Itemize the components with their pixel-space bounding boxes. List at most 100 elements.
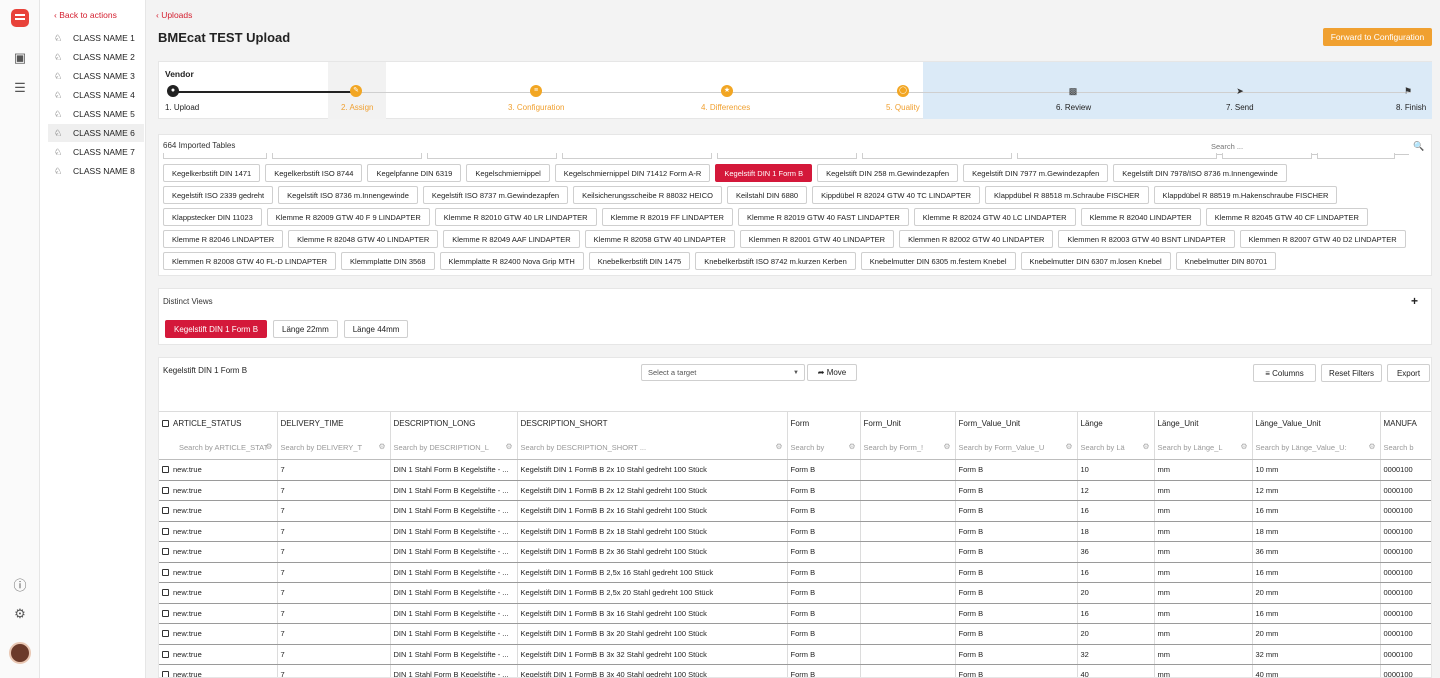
table-row[interactable]: new:true 7 DIN 1 Stahl Form B Kegelstifte … [159,623,1431,645]
column-header[interactable]: DESCRIPTION_SHORT [517,411,788,436]
sidebar-class-item[interactable]: ♘ CLASS NAME 7 [48,143,144,161]
table-tag[interactable]: Kegelstift ISO 8736 m.Innengewinde [278,186,418,204]
column-filter-input[interactable]: Search by Form_Value_U ⚙ [955,435,1078,460]
table-tag[interactable]: Knebelmutter DIN 6307 m.losen Knebel [1020,252,1171,270]
table-row[interactable]: new:true 7 DIN 1 Stahl Form B Kegelstifte … [159,480,1431,501]
table-tag[interactable]: Keilstahl DIN 6880 [726,186,808,204]
table-row[interactable]: new:true 7 DIN 1 Stahl Form B Kegelstifte … [159,562,1431,583]
table-row[interactable]: new:true 7 DIN 1 Stahl Form B Kegelstifte … [159,500,1431,522]
column-filter-input[interactable]: Search by DELIVERY_T ⚙ [277,435,391,460]
step-finish-flag-icon[interactable]: ⚑ [1402,85,1414,97]
settings-gear-icon[interactable]: ⚙ [12,606,28,622]
column-filter-input[interactable]: Search by DESCRIPTION_L ⚙ [390,435,518,460]
row-checkbox[interactable] [162,650,169,658]
sidebar-class-item[interactable]: ♘ CLASS NAME 1 [48,29,144,47]
export-button[interactable]: Export [1387,364,1430,382]
table-tag[interactable]: Klappdübel R 88519 m.Hakenschraube FISCH… [1153,186,1338,204]
column-header[interactable]: DELIVERY_TIME [277,411,391,436]
table-tag[interactable]: Klemmen R 82002 GTW 40 LINDAPTER [899,230,1054,248]
distinct-view-button[interactable]: Länge 44mm [343,320,409,338]
step-quality-shield-icon[interactable]: ◯ [897,85,909,97]
select-target-dropdown[interactable]: Select a target ▼ [641,364,805,381]
step-finish-label[interactable]: 8. Finish [1396,103,1426,112]
uploads-breadcrumb-link[interactable]: ‹ Uploads [156,10,192,20]
table-tag[interactable]: Kegelstift ISO 2339 gedreht [163,186,274,204]
sidebar-class-item[interactable]: ♘ CLASS NAME 3 [48,67,144,85]
table-tag[interactable]: Kegelschmiernippel DIN 71412 Form A-R [554,164,711,182]
add-view-plus-icon[interactable]: + [1411,294,1418,308]
filter-gear-icon[interactable]: ⚙ [943,442,950,451]
filter-gear-icon[interactable]: ⚙ [1240,442,1247,451]
table-tag[interactable]: Klemme R 82046 LINDAPTER [163,230,284,248]
sidebar-class-item[interactable]: ♘ CLASS NAME 8 [48,162,144,180]
step-send-paperplane-icon[interactable]: ➤ [1234,85,1246,97]
column-header[interactable]: MANUFA [1380,411,1431,436]
reset-filters-button[interactable]: Reset Filters [1321,364,1382,382]
table-tag[interactable]: Klemmplatte DIN 3568 [341,252,435,270]
distinct-view-button[interactable]: Länge 22mm [273,320,338,338]
row-checkbox[interactable] [162,671,169,677]
table-tag[interactable]: Kegelschmiernippel [466,164,550,182]
table-tag[interactable]: Kegelstift DIN 258 m.Gewindezapfen [817,164,959,182]
table-tag[interactable]: Klemmen R 82008 GTW 40 FL-D LINDAPTER [163,252,337,270]
catalog-icon[interactable]: ▣ [12,50,28,66]
table-tag[interactable]: Klappstecker DIN 11023 [163,208,262,226]
table-row[interactable]: new:true 7 DIN 1 Stahl Form B Kegelstifte … [159,521,1431,542]
step-upload-label[interactable]: 1. Upload [165,103,199,112]
sidebar-class-item[interactable]: ♘ CLASS NAME 5 [48,105,144,123]
sidebar-class-item[interactable]: ♘ CLASS NAME 4 [48,86,144,104]
step-differences-icon[interactable]: ★ [721,85,733,97]
step-send-label[interactable]: 7. Send [1226,103,1254,112]
table-tag[interactable]: Knebelkerbstift DIN 1475 [588,252,691,270]
table-tag[interactable]: Kegelstift DIN 1 Form B [715,164,813,182]
row-checkbox[interactable] [162,466,169,474]
filter-gear-icon[interactable]: ⚙ [378,442,385,451]
table-tag[interactable]: Klemme R 82019 FF LINDAPTER [601,208,733,226]
table-row[interactable]: new:true 7 DIN 1 Stahl Form B Kegelstifte … [159,603,1431,624]
column-filter-input[interactable]: Search by DESCRIPTION_SHORT ... ⚙ [517,435,788,460]
table-tag[interactable]: Klemme R 82010 GTW 40 LR LINDAPTER [434,208,597,226]
table-tag[interactable]: Klemme R 82040 LINDAPTER [1080,208,1201,226]
sidebar-class-item[interactable]: ♘ CLASS NAME 2 [48,48,144,66]
column-filter-input[interactable]: Search by ⚙ [787,435,861,460]
move-button[interactable]: ➦ Move [807,364,857,381]
step-upload-user-icon[interactable]: ● [167,85,179,97]
select-all-checkbox[interactable] [162,420,169,428]
filter-gear-icon[interactable]: ⚙ [775,442,782,451]
filter-gear-icon[interactable]: ⚙ [505,442,512,451]
row-checkbox[interactable] [162,486,169,494]
row-checkbox[interactable] [162,527,169,535]
user-avatar[interactable] [9,642,31,664]
filter-gear-icon[interactable]: ⚙ [848,442,855,451]
step-configuration-icon[interactable]: ≡ [530,85,542,97]
row-checkbox[interactable] [162,568,169,576]
table-row[interactable]: new:true 7 DIN 1 Stahl Form B Kegelstifte … [159,644,1431,665]
table-tag[interactable]: Kegelstift ISO 8737 m.Gewindezapfen [422,186,569,204]
table-row[interactable]: new:true 7 DIN 1 Stahl Form B Kegelstifte … [159,582,1431,604]
filter-gear-icon[interactable]: ⚙ [1142,442,1149,451]
table-tag[interactable]: Kegelkerbstift ISO 8744 [265,164,363,182]
column-filter-input[interactable]: Search by Länge_L ⚙ [1154,435,1253,460]
forward-to-configuration-button[interactable]: Forward to Configuration [1323,28,1432,46]
table-tag[interactable]: Klemme R 82009 GTW 40 F 9 LINDAPTER [266,208,430,226]
table-tag[interactable]: Kegelkerbstift DIN 1471 [163,164,261,182]
step-review-label[interactable]: 6. Review [1056,103,1091,112]
table-row[interactable]: new:true 7 DIN 1 Stahl Form B Kegelstifte … [159,459,1431,481]
table-tag[interactable]: Klemmen R 82001 GTW 40 LINDAPTER [739,230,895,248]
row-checkbox[interactable] [162,507,169,515]
column-header[interactable]: Form [787,411,861,436]
table-tag[interactable]: Kegelstift DIN 7978/ISO 8736 m.Innengewi… [1113,164,1287,182]
table-tag[interactable]: Klemmplatte R 82400 Nova Grip MTH [439,252,584,270]
search-icon[interactable]: 🔍 [1413,141,1424,152]
table-row[interactable]: new:true 7 DIN 1 Stahl Form B Kegelstifte … [159,664,1431,677]
info-icon[interactable]: ⓘ [12,578,28,594]
table-tag[interactable]: Klemme R 82024 GTW 40 LC LINDAPTER [913,208,1076,226]
column-filter-input[interactable]: Search by Form_! ⚙ [860,435,956,460]
table-tag[interactable]: Klemme R 82019 GTW 40 FAST LINDAPTER [737,208,909,226]
table-tag[interactable]: Klemme R 82045 GTW 40 CF LINDAPTER [1205,208,1368,226]
table-tag[interactable]: Knebelkerbstift ISO 8742 m.kurzen Kerben [695,252,856,270]
app-logo-icon[interactable] [11,9,29,27]
table-tag[interactable]: Kippdübel R 82024 GTW 40 TC LINDAPTER [812,186,981,204]
filter-gear-icon[interactable]: ⚙ [1065,442,1072,451]
table-tag[interactable]: Klemmen R 82007 GTW 40 D2 LINDAPTER [1239,230,1406,248]
